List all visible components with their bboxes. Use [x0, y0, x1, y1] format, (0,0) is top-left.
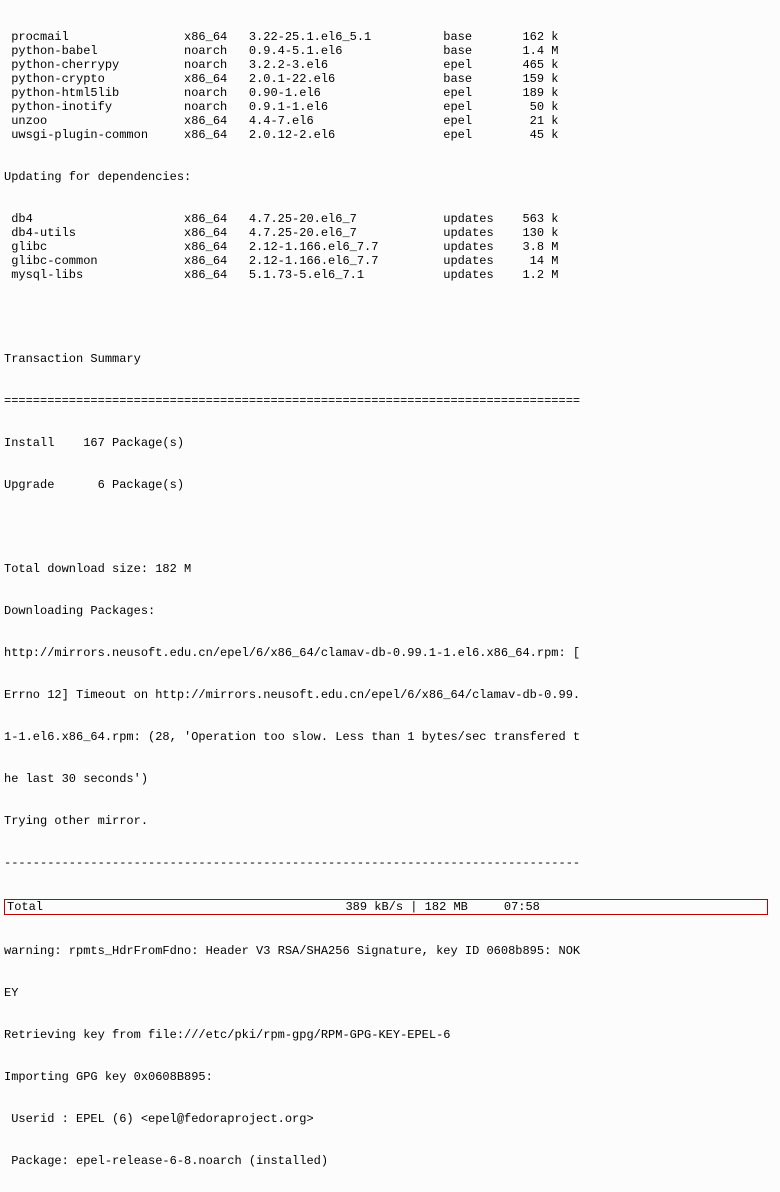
gpg-package: Package: epel-release-6-8.noarch (instal… [4, 1154, 776, 1168]
package-row: python-crypto x86_64 2.0.1-22.el6 base 1… [4, 72, 776, 86]
package-row: procmail x86_64 3.22-25.1.el6_5.1 base 1… [4, 30, 776, 44]
dependency-row: db4-utils x86_64 4.7.25-20.el6_7 updates… [4, 226, 776, 240]
summary-heading: Transaction Summary [4, 352, 776, 366]
summary-upgrade: Upgrade 6 Package(s) [4, 478, 776, 492]
terminal-output: procmail x86_64 3.22-25.1.el6_5.1 base 1… [0, 0, 780, 1192]
dependency-row: mysql-libs x86_64 5.1.73-5.el6_7.1 updat… [4, 268, 776, 282]
importing-key: Importing GPG key 0x0608B895: [4, 1070, 776, 1084]
error-line: 1-1.el6.x86_64.rpm: (28, 'Operation too … [4, 730, 776, 744]
retrieving-key: Retrieving key from file:///etc/pki/rpm-… [4, 1028, 776, 1042]
dependency-row: db4 x86_64 4.7.25-20.el6_7 updates 563 k [4, 212, 776, 226]
dependency-row: glibc x86_64 2.12-1.166.el6_7.7 updates … [4, 240, 776, 254]
error-line: Errno 12] Timeout on http://mirrors.neus… [4, 688, 776, 702]
trying-mirror: Trying other mirror. [4, 814, 776, 828]
blank [4, 520, 776, 534]
dependency-list: db4 x86_64 4.7.25-20.el6_7 updates 563 k… [4, 212, 776, 282]
package-row: python-inotify noarch 0.9.1-1.el6 epel 5… [4, 100, 776, 114]
gpg-userid: Userid : EPEL (6) <epel@fedoraproject.or… [4, 1112, 776, 1126]
blank [4, 310, 776, 324]
package-list: procmail x86_64 3.22-25.1.el6_5.1 base 1… [4, 30, 776, 142]
dependency-row: glibc-common x86_64 2.12-1.166.el6_7.7 u… [4, 254, 776, 268]
warning-line: warning: rpmts_HdrFromFdno: Header V3 RS… [4, 944, 776, 958]
package-row: unzoo x86_64 4.4-7.el6 epel 21 k [4, 114, 776, 128]
summary-install: Install 167 Package(s) [4, 436, 776, 450]
package-row: python-html5lib noarch 0.90-1.el6 epel 1… [4, 86, 776, 100]
downloading-label: Downloading Packages: [4, 604, 776, 618]
total-line-highlight: Total 389 kB/s | 182 MB 07:58 [4, 899, 768, 915]
package-row: uwsgi-plugin-common x86_64 2.0.12-2.el6 … [4, 128, 776, 142]
package-row: python-cherrypy noarch 3.2.2-3.el6 epel … [4, 58, 776, 72]
deps-heading: Updating for dependencies: [4, 170, 776, 184]
package-row: python-babel noarch 0.9.4-5.1.el6 base 1… [4, 44, 776, 58]
error-line: he last 30 seconds') [4, 772, 776, 786]
divider: ----------------------------------------… [4, 856, 776, 870]
download-size: Total download size: 182 M [4, 562, 776, 576]
warning-line: EY [4, 986, 776, 1000]
error-line: http://mirrors.neusoft.edu.cn/epel/6/x86… [4, 646, 776, 660]
divider: ========================================… [4, 394, 776, 408]
